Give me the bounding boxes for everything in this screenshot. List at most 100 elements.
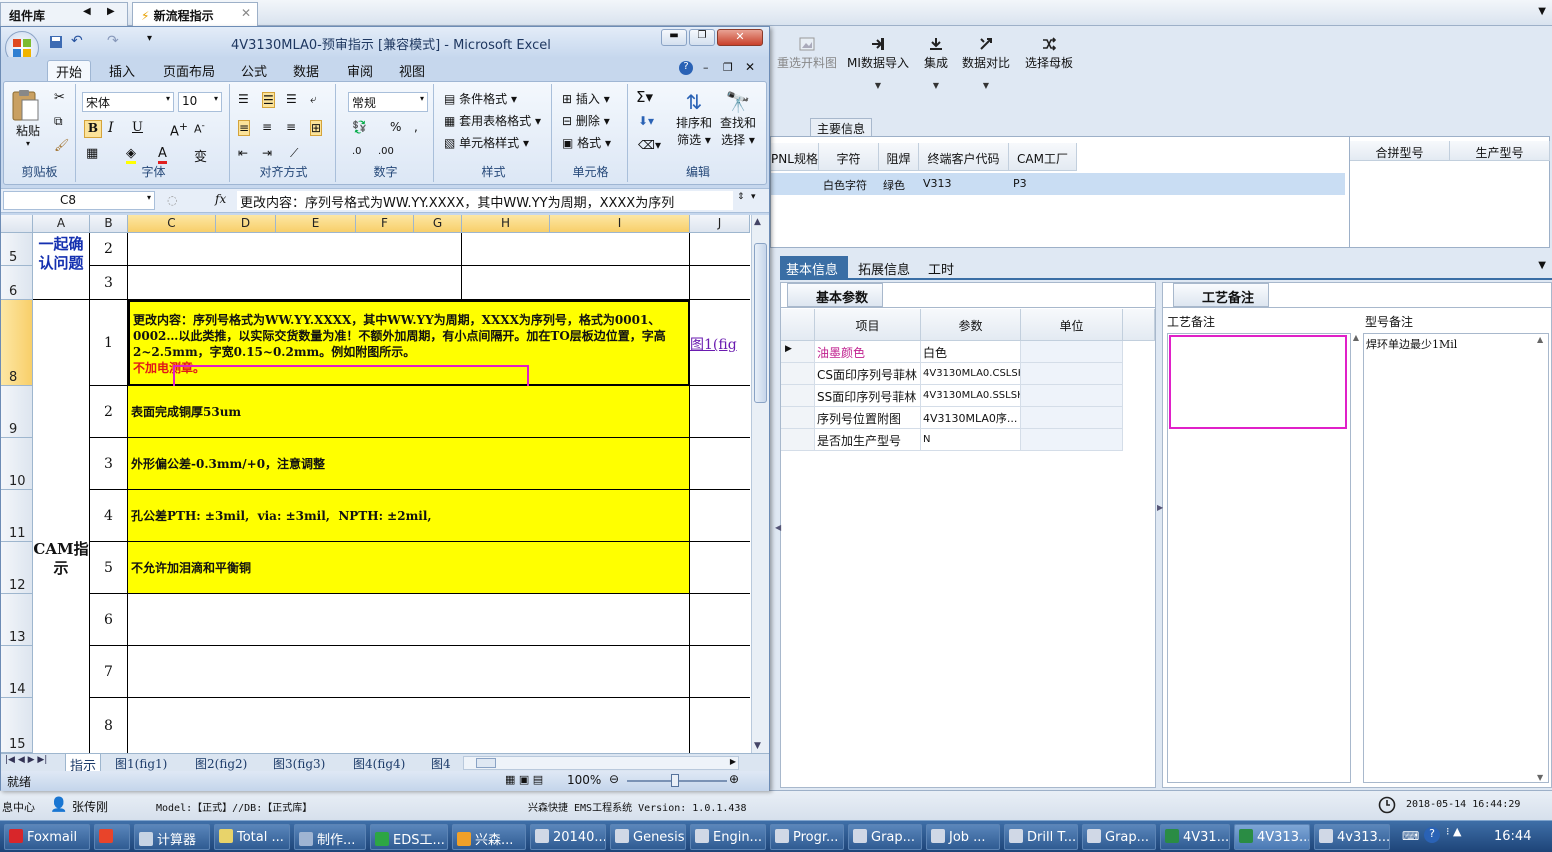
scroll-thumb[interactable] (754, 243, 767, 403)
ribbon-restore-icon[interactable]: ❐ (723, 61, 733, 74)
tab-formulas[interactable]: 公式 (233, 60, 275, 81)
delete-cells-button[interactable]: ⊟ 删除 ▾ (562, 112, 610, 129)
tab-work-hours[interactable]: 工时 (922, 256, 962, 280)
cell-j[interactable] (690, 646, 750, 698)
cell-j[interactable] (690, 594, 750, 646)
underline-button[interactable]: U (132, 120, 143, 135)
ribbon-minimize-icon[interactable]: – (703, 61, 709, 74)
col-header[interactable]: 字符 (819, 143, 879, 171)
mi-import-button[interactable]: MI数据导入 ▼ (846, 34, 910, 90)
scroll-thumb[interactable] (476, 758, 496, 768)
customize-qat-icon[interactable]: ▾ (147, 33, 152, 44)
sheet-tab-fig3[interactable]: 图3(fig3) (269, 754, 329, 772)
restore-button[interactable]: ❐ (689, 29, 715, 46)
increase-indent-icon[interactable]: ⇥ (262, 146, 272, 160)
format-cells-button[interactable]: ▣ 格式 ▾ (562, 134, 611, 151)
decrease-decimal-icon[interactable]: .00 (378, 146, 394, 157)
cell-c[interactable] (128, 646, 690, 698)
shrink-font-icon[interactable]: A- (194, 120, 205, 136)
col-header-i[interactable]: I (550, 215, 690, 233)
taskbar-item[interactable]: 4v313... (1314, 824, 1390, 850)
select-all[interactable] (1, 215, 33, 233)
table-format-button[interactable]: ▦ 套用表格格式 ▾ (444, 112, 541, 129)
taskbar-item[interactable]: Grap... (848, 824, 922, 850)
expand-formula-icon[interactable]: ⇕ (737, 192, 745, 202)
view-mode-icons[interactable]: ▦ ▣ ▤ (505, 773, 543, 786)
row-header[interactable]: 8 (1, 300, 33, 386)
sheet-tab-instructions[interactable]: 指示 (65, 754, 102, 774)
tab-home[interactable]: 开始 (47, 60, 92, 81)
grow-font-icon[interactable]: A+ (170, 120, 188, 139)
horizontal-scrollbar[interactable]: ▶ (463, 756, 739, 770)
col-header[interactable]: PNL规格 (771, 143, 819, 171)
tab-main-info[interactable]: 主要信息 (810, 118, 872, 136)
align-middle-icon[interactable]: ☰ (262, 92, 275, 108)
align-bottom-icon[interactable]: ☰ (286, 92, 297, 106)
col-header-a[interactable]: A (33, 215, 90, 233)
col-header[interactable]: 合拼型号 (1350, 141, 1450, 161)
taskbar-item[interactable]: 兴森... (452, 824, 526, 850)
col-header-f[interactable]: F (356, 215, 414, 233)
formula-input[interactable]: 更改内容：序列号格式为WW.YY.XXXX，其中WW.YY为周期，XXXX为序列 (237, 191, 733, 210)
sheet-tab-fig4[interactable]: 图4(fig4) (349, 754, 409, 772)
merge-center-icon[interactable]: ⊞ (310, 120, 323, 136)
taskbar-item[interactable]: Genesis (610, 824, 686, 850)
splitter-arrow-icon[interactable]: ▶ (1157, 503, 1163, 512)
cell-b[interactable]: 1 (90, 300, 128, 386)
tab-insert[interactable]: 插入 (101, 60, 143, 81)
cell[interactable] (1021, 407, 1123, 429)
col-header[interactable]: CAM工厂 (1009, 143, 1077, 171)
cell-c[interactable] (128, 266, 462, 300)
cell-c[interactable]: 孔公差PTH: ±3mil, via: ±3mil, NPTH: ±2mil, (128, 490, 690, 542)
col-header-g[interactable]: G (414, 215, 462, 233)
row-header[interactable]: 14 (1, 646, 33, 698)
tray-icons[interactable]: ⁝ ▲ (1446, 825, 1461, 838)
comma-icon[interactable]: , (414, 120, 418, 134)
col-header[interactable]: 终端客户代码 (919, 143, 1009, 171)
number-format-select[interactable]: 常规 ▾ (348, 92, 428, 112)
close-icon[interactable]: ✕ (241, 6, 251, 20)
fill-color-icon[interactable]: ◈ (126, 146, 136, 164)
col-header[interactable]: 生产型号 (1450, 141, 1550, 161)
taskbar-item[interactable]: EDS工... (370, 824, 448, 850)
cell[interactable] (1021, 429, 1123, 451)
sort-filter-button[interactable]: ⇅ 排序和 筛选 ▾ (674, 90, 714, 148)
redo-icon[interactable]: ↷ (107, 33, 119, 49)
align-right-icon[interactable]: ≡ (286, 120, 296, 134)
row-header[interactable]: 15 (1, 698, 33, 753)
row-header[interactable]: 12 (1, 542, 33, 594)
row-header[interactable]: 11 (1, 490, 33, 542)
help-icon[interactable]: ? (1424, 827, 1440, 843)
paste-button[interactable]: 粘贴 ▾ (10, 88, 46, 148)
help-icon[interactable]: ? (679, 61, 693, 75)
sheet-tab-fig1[interactable]: 图1(fig1) (111, 754, 171, 772)
cell-j[interactable] (690, 490, 750, 542)
integrate-button[interactable]: 集成 ▼ (916, 34, 956, 90)
clear-icon[interactable]: ⌫▾ (638, 138, 661, 152)
format-painter-icon[interactable]: 🖌 (54, 138, 69, 152)
col-header[interactable]: 阻焊 (879, 143, 919, 171)
cell-c[interactable]: 表面完成铜厚53um (128, 386, 690, 438)
increase-decimal-icon[interactable]: .0 (352, 146, 362, 157)
tab-data[interactable]: 数据 (285, 60, 327, 81)
cell[interactable]: 4V3130MLA0序... (921, 407, 1021, 429)
tab-nav-icons[interactable]: |◀ ◀ ▶ ▶| (5, 755, 47, 765)
cell-j[interactable] (690, 233, 750, 266)
scrollbar[interactable]: ▲ (1351, 333, 1361, 783)
copy-icon[interactable]: ⧉ (54, 114, 63, 129)
cell[interactable] (1021, 385, 1123, 407)
font-size-select[interactable]: 10 ▾ (178, 92, 222, 112)
cell[interactable] (1021, 341, 1123, 363)
border-icon[interactable]: ▦ (86, 146, 98, 161)
cell-b[interactable]: 8 (90, 698, 128, 753)
cell-j[interactable] (690, 542, 750, 594)
scroll-down-icon[interactable]: ▼ (754, 741, 761, 751)
taskbar-item[interactable]: 20140... (530, 824, 606, 850)
taskbar-item-active[interactable]: 4V313... (1234, 824, 1310, 850)
data-compare-button[interactable]: 数据对比 ▼ (960, 34, 1012, 90)
clock[interactable]: 16:44 (1494, 829, 1531, 844)
tab-basic-info[interactable]: 基本信息 (780, 256, 848, 280)
cell-c[interactable] (128, 594, 690, 646)
conditional-format-button[interactable]: ▤ 条件格式 ▾ (444, 90, 517, 107)
keyboard-icon[interactable]: ⌨ (1402, 829, 1419, 843)
